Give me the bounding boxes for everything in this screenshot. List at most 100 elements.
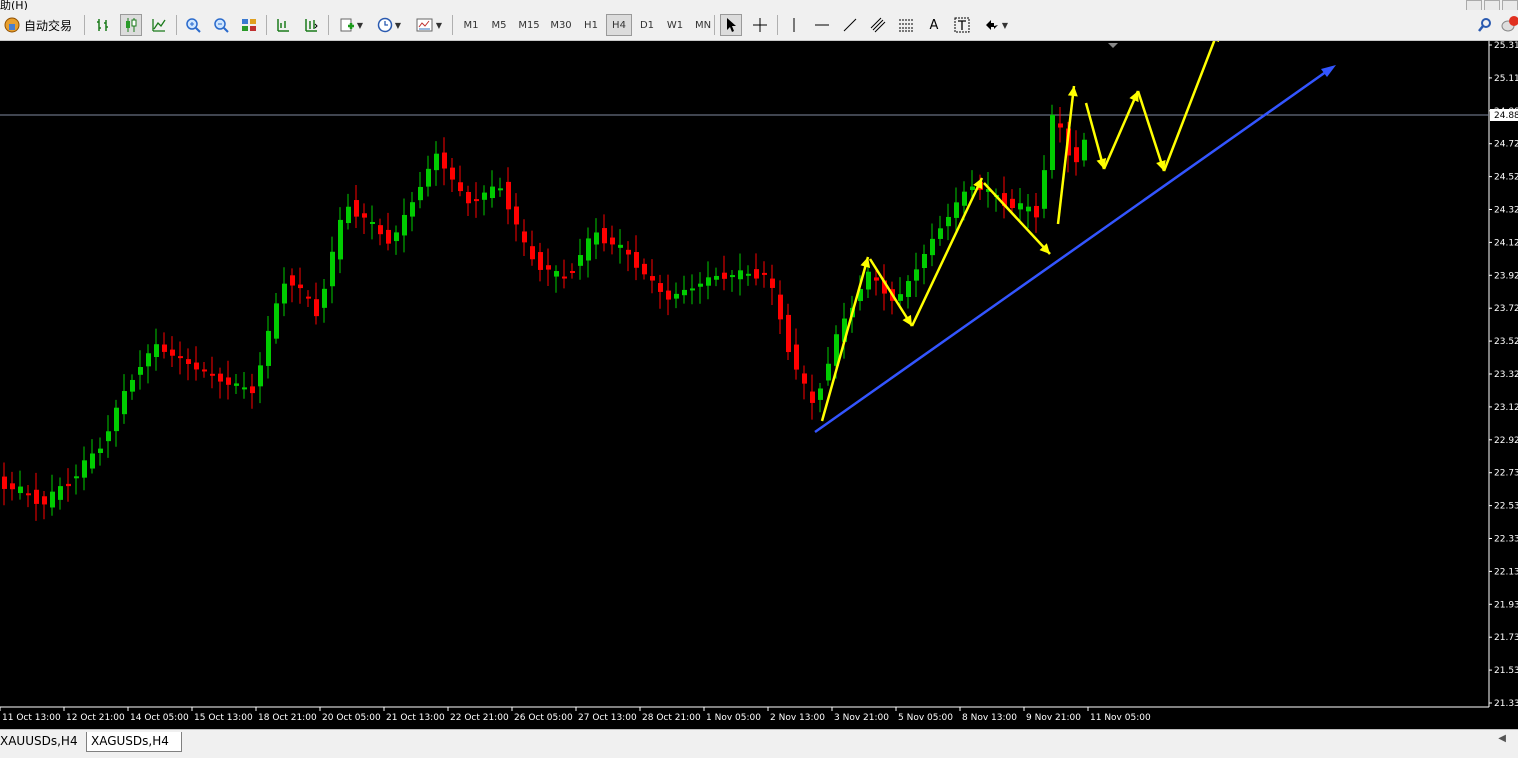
- search-button[interactable]: [1474, 14, 1496, 36]
- candle-body: [946, 216, 951, 227]
- candle-body: [770, 278, 775, 288]
- notifications-button[interactable]: [1500, 14, 1518, 36]
- crosshair-icon: [753, 18, 767, 32]
- trendline[interactable]: [814, 67, 1331, 434]
- candle-body: [762, 272, 767, 275]
- candle-body: [498, 188, 503, 191]
- candle-body: [1042, 170, 1047, 209]
- arrow-line[interactable]: [1102, 90, 1140, 170]
- fibonacci-button[interactable]: [895, 14, 917, 36]
- zoom-in-button[interactable]: [182, 14, 204, 36]
- timeframe-d1-button[interactable]: D1: [634, 14, 660, 36]
- candle-body: [1050, 114, 1055, 171]
- candle-body: [722, 272, 727, 279]
- minimize-button[interactable]: [1466, 0, 1482, 10]
- chart-shift-marker[interactable]: [1108, 43, 1118, 48]
- candle-body: [330, 251, 335, 287]
- timeframe-w1-button[interactable]: W1: [662, 14, 688, 36]
- autoscroll-button[interactable]: [300, 14, 322, 36]
- indicators-button[interactable]: ▼: [334, 14, 368, 36]
- price-label: 23.92: [1494, 271, 1518, 281]
- tile-windows-button[interactable]: [238, 14, 260, 36]
- candle-body: [410, 202, 415, 217]
- candle-body: [898, 294, 903, 301]
- arrow-line[interactable]: [910, 177, 984, 327]
- candle-body: [314, 299, 319, 317]
- periods-button[interactable]: ▼: [372, 14, 406, 36]
- timeframe-m15-button[interactable]: M15: [514, 14, 544, 36]
- time-label: 5 Nov 05:00: [898, 713, 953, 723]
- restore-button[interactable]: [1484, 0, 1500, 10]
- arrow-line[interactable]: [1162, 30, 1220, 172]
- vertical-line-button[interactable]: [783, 14, 805, 36]
- arrows-icon: [985, 20, 998, 30]
- bar-chart-button[interactable]: [92, 14, 114, 36]
- candle-body: [218, 373, 223, 382]
- arrow-line[interactable]: [1136, 90, 1166, 172]
- timeframe-m30-button[interactable]: M30: [546, 14, 576, 36]
- timeframe-m5-button[interactable]: M5: [486, 14, 512, 36]
- candle-body: [594, 232, 599, 245]
- chart-tabs-bar: XAUUSDs,H4 XAGUSDs,H4 ◀: [0, 729, 1518, 758]
- text-label-button[interactable]: [951, 14, 973, 36]
- chart-shift-button[interactable]: [272, 14, 294, 36]
- trendline-object[interactable]: [814, 65, 1336, 434]
- crosshair-button[interactable]: [749, 14, 771, 36]
- horizontal-line-button[interactable]: [811, 14, 833, 36]
- candle-body: [418, 186, 423, 201]
- candle-body: [1010, 198, 1015, 209]
- scroll-left-icon[interactable]: ◀: [1498, 733, 1506, 744]
- candle-body: [826, 363, 831, 381]
- trendline-button[interactable]: [839, 14, 861, 36]
- channel-button[interactable]: [867, 14, 889, 36]
- price-label: 21.33: [1494, 699, 1518, 709]
- time-label: 21 Oct 13:00: [386, 713, 445, 723]
- arrow-line[interactable]: [820, 256, 870, 422]
- price-label: 22.73: [1494, 469, 1518, 479]
- toolbar-separator: [176, 15, 177, 35]
- zoom-in-icon: [186, 18, 201, 33]
- text-tool-button[interactable]: A: [923, 14, 945, 36]
- chart-shift-icon: [277, 19, 289, 32]
- autotrade-button[interactable]: 自动交易: [3, 14, 77, 36]
- candle-body: [730, 275, 735, 278]
- zoom-out-button[interactable]: [210, 14, 232, 36]
- candle-body: [42, 496, 47, 505]
- timeframe-h1-button[interactable]: H1: [578, 14, 604, 36]
- tab-xauusds-h4[interactable]: XAUUSDs,H4: [0, 732, 84, 751]
- line-chart-button[interactable]: [148, 14, 170, 36]
- arrows-button[interactable]: ▼: [979, 14, 1013, 36]
- menu-help[interactable]: 助(H): [0, 0, 28, 10]
- candle-body: [386, 229, 391, 244]
- timeframe-h4-button[interactable]: H4: [606, 14, 632, 36]
- candle-body: [250, 386, 255, 394]
- candlestick-button[interactable]: [120, 14, 142, 36]
- chart-canvas: 25.31 25.11 24.88 24.72 24.52 24.32 24.12 23.92…: [0, 30, 1518, 723]
- vertical-line-icon: [793, 18, 795, 32]
- candle-body: [522, 231, 527, 243]
- candle-body: [1026, 206, 1031, 212]
- candle-body: [778, 294, 783, 320]
- toolbar-separator: [452, 15, 453, 35]
- arrow-line[interactable]: [1084, 102, 1106, 170]
- arrow-line[interactable]: [983, 182, 1051, 255]
- candle-body: [938, 228, 943, 239]
- candle-body: [202, 369, 207, 372]
- candle-body: [450, 167, 455, 180]
- candle-body: [138, 366, 143, 375]
- arrow-line[interactable]: [1056, 85, 1076, 225]
- candle-body: [650, 276, 655, 281]
- timeframe-m1-button[interactable]: M1: [458, 14, 484, 36]
- price-label: 23.72: [1494, 304, 1518, 314]
- time-label: 8 Nov 13:00: [962, 713, 1017, 723]
- tab-xagusds-h4[interactable]: XAGUSDs,H4: [86, 732, 182, 752]
- candle-body: [874, 277, 879, 281]
- timeframe-mn-button[interactable]: MN: [690, 14, 716, 36]
- candle-body: [578, 255, 583, 266]
- price-chart[interactable]: 25.31 25.11 24.88 24.72 24.52 24.32 24.12 23.92…: [0, 30, 1518, 729]
- cursor-button[interactable]: [720, 14, 742, 36]
- close-button[interactable]: [1502, 0, 1518, 10]
- candle-body: [210, 373, 215, 376]
- templates-button[interactable]: ▼: [412, 14, 446, 36]
- candle-body: [26, 493, 31, 496]
